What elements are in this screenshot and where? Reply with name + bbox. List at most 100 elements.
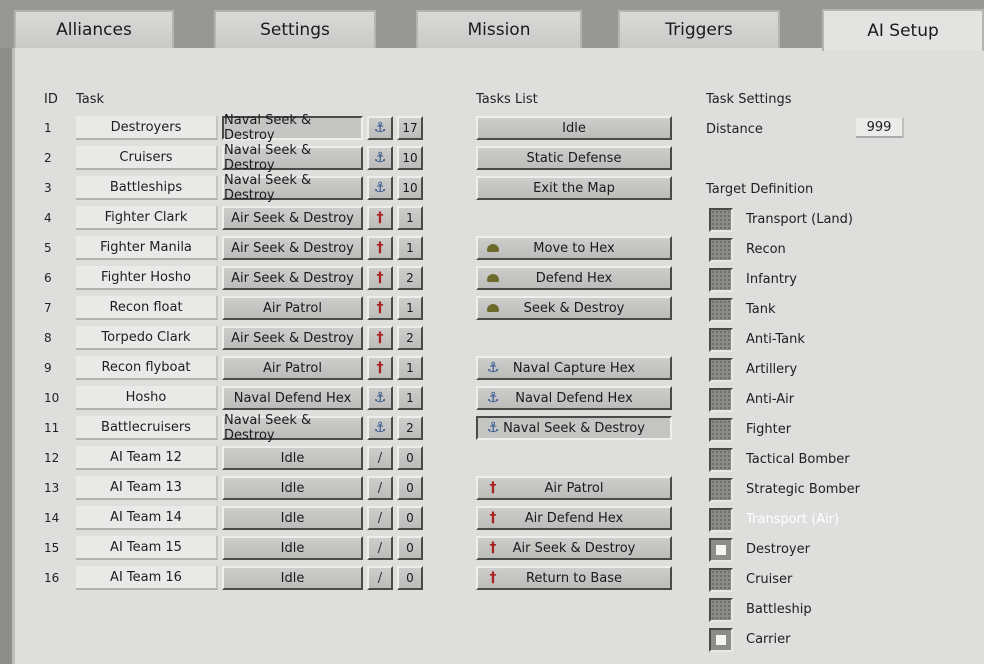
- task-count[interactable]: 2: [397, 416, 423, 440]
- task-type-button[interactable]: †: [367, 266, 393, 290]
- target-checkbox[interactable]: [709, 328, 733, 352]
- task-name[interactable]: Fighter Clark: [76, 206, 218, 230]
- task-type-button[interactable]: /: [367, 506, 393, 530]
- task-count[interactable]: 0: [397, 446, 423, 470]
- task-name[interactable]: AI Team 16: [76, 566, 218, 590]
- task-list-button[interactable]: Defend Hex: [476, 266, 672, 290]
- distance-field[interactable]: 999: [856, 118, 904, 138]
- task-name[interactable]: AI Team 15: [76, 536, 218, 560]
- task-type-button[interactable]: †: [367, 206, 393, 230]
- task-action-button[interactable]: Naval Defend Hex: [222, 386, 363, 410]
- task-type-button[interactable]: ⚓: [367, 146, 393, 170]
- task-action-button[interactable]: Idle: [222, 446, 363, 470]
- target-checkbox[interactable]: [709, 598, 733, 622]
- target-checkbox[interactable]: [709, 448, 733, 472]
- task-id: 6: [44, 271, 52, 285]
- task-count[interactable]: 10: [397, 146, 423, 170]
- tab-alliances[interactable]: Alliances: [14, 10, 174, 48]
- task-name[interactable]: Recon flyboat: [76, 356, 218, 380]
- task-count[interactable]: 10: [397, 176, 423, 200]
- task-action-button[interactable]: Air Patrol: [222, 296, 363, 320]
- task-count[interactable]: 2: [397, 326, 423, 350]
- target-checkbox[interactable]: [709, 208, 733, 232]
- task-name[interactable]: AI Team 13: [76, 476, 218, 500]
- task-count[interactable]: 1: [397, 236, 423, 260]
- task-action-button[interactable]: Air Seek & Destroy: [222, 326, 363, 350]
- task-list-button[interactable]: † Return to Base: [476, 566, 672, 590]
- task-list-button[interactable]: † Air Seek & Destroy: [476, 536, 672, 560]
- tab-triggers[interactable]: Triggers: [618, 10, 780, 48]
- target-checkbox[interactable]: [709, 508, 733, 532]
- target-checkbox[interactable]: [709, 478, 733, 502]
- task-action-button[interactable]: Naval Seek & Destroy: [222, 173, 363, 203]
- task-action-button[interactable]: Idle: [222, 566, 363, 590]
- target-checkbox[interactable]: [709, 298, 733, 322]
- task-type-button[interactable]: /: [367, 446, 393, 470]
- task-count[interactable]: 1: [397, 386, 423, 410]
- task-action-button[interactable]: Air Seek & Destroy: [222, 206, 363, 230]
- task-type-button[interactable]: †: [367, 356, 393, 380]
- task-name[interactable]: Torpedo Clark: [76, 326, 218, 350]
- task-name[interactable]: Battlecruisers: [76, 416, 218, 440]
- task-action-button[interactable]: Air Seek & Destroy: [222, 266, 363, 290]
- task-action-button[interactable]: Idle: [222, 536, 363, 560]
- task-name[interactable]: Fighter Manila: [76, 236, 218, 260]
- task-action-button[interactable]: Idle: [222, 476, 363, 500]
- task-id: 8: [44, 331, 52, 345]
- target-checkbox[interactable]: [709, 418, 733, 442]
- target-checkbox[interactable]: [709, 238, 733, 262]
- task-name[interactable]: Battleships: [76, 176, 218, 200]
- target-checkbox[interactable]: [709, 268, 733, 292]
- task-list-button[interactable]: ⚓ Naval Defend Hex: [476, 386, 672, 410]
- task-count[interactable]: 1: [397, 356, 423, 380]
- task-type-button[interactable]: /: [367, 536, 393, 560]
- task-name[interactable]: AI Team 14: [76, 506, 218, 530]
- task-count[interactable]: 0: [397, 536, 423, 560]
- task-list-button[interactable]: Seek & Destroy: [476, 296, 672, 320]
- task-action-button[interactable]: Naval Seek & Destroy: [222, 413, 363, 443]
- task-count[interactable]: 0: [397, 506, 423, 530]
- task-count[interactable]: 2: [397, 266, 423, 290]
- task-list-button[interactable]: Idle: [476, 116, 672, 140]
- task-name[interactable]: Fighter Hosho: [76, 266, 218, 290]
- task-count[interactable]: 0: [397, 476, 423, 500]
- tab-settings[interactable]: Settings: [214, 10, 376, 48]
- task-type-button[interactable]: /: [367, 476, 393, 500]
- task-list-button[interactable]: ⚓ Naval Capture Hex: [476, 356, 672, 380]
- target-checkbox[interactable]: [709, 388, 733, 412]
- tab-ai-setup[interactable]: AI Setup: [822, 9, 984, 51]
- task-list-button[interactable]: † Air Defend Hex: [476, 506, 672, 530]
- task-name[interactable]: Recon float: [76, 296, 218, 320]
- task-type-button[interactable]: /: [367, 566, 393, 590]
- task-type-button[interactable]: †: [367, 236, 393, 260]
- task-list-button[interactable]: Exit the Map: [476, 176, 672, 200]
- task-type-button[interactable]: ⚓: [367, 416, 393, 440]
- tab-mission[interactable]: Mission: [416, 10, 582, 48]
- task-count[interactable]: 1: [397, 296, 423, 320]
- task-count[interactable]: 17: [397, 116, 423, 140]
- task-name[interactable]: AI Team 12: [76, 446, 218, 470]
- task-name[interactable]: Hosho: [76, 386, 218, 410]
- task-action-button[interactable]: Naval Seek & Destroy: [222, 113, 363, 143]
- task-type-button[interactable]: †: [367, 296, 393, 320]
- task-list-button[interactable]: Move to Hex: [476, 236, 672, 260]
- task-list-button[interactable]: † Air Patrol: [476, 476, 672, 500]
- task-action-button[interactable]: Air Patrol: [222, 356, 363, 380]
- task-type-button[interactable]: ⚓: [367, 386, 393, 410]
- task-type-button[interactable]: ⚓: [367, 116, 393, 140]
- target-checkbox[interactable]: [709, 538, 733, 562]
- task-list-button[interactable]: ⚓ Naval Seek & Destroy: [476, 416, 672, 440]
- task-type-button[interactable]: †: [367, 326, 393, 350]
- task-count[interactable]: 0: [397, 566, 423, 590]
- task-list-button[interactable]: Static Defense: [476, 146, 672, 170]
- target-checkbox[interactable]: [709, 568, 733, 592]
- target-checkbox[interactable]: [709, 358, 733, 382]
- task-type-button[interactable]: ⚓: [367, 176, 393, 200]
- task-action-button[interactable]: Idle: [222, 506, 363, 530]
- task-count[interactable]: 1: [397, 206, 423, 230]
- task-name[interactable]: Cruisers: [76, 146, 218, 170]
- target-checkbox[interactable]: [709, 628, 733, 652]
- task-action-button[interactable]: Air Seek & Destroy: [222, 236, 363, 260]
- task-action-button[interactable]: Naval Seek & Destroy: [222, 143, 363, 173]
- task-name[interactable]: Destroyers: [76, 116, 218, 140]
